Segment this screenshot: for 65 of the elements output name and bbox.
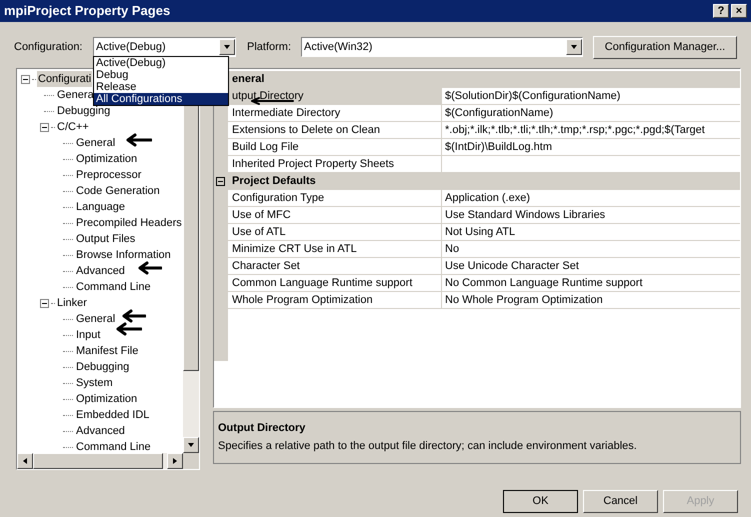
property-name[interactable]: Extensions to Delete on Clean bbox=[228, 122, 442, 139]
property-value[interactable]: Use Unicode Character Set bbox=[442, 258, 740, 275]
dropdown-option[interactable]: Release bbox=[94, 81, 228, 93]
tree-item[interactable]: Debugging bbox=[56, 102, 112, 120]
category-header[interactable]: eneral bbox=[228, 71, 264, 88]
property-value[interactable]: No bbox=[442, 241, 740, 258]
configuration-manager-button[interactable]: Configuration Manager... bbox=[593, 36, 737, 58]
dropdown-option[interactable]: All Configurations bbox=[94, 93, 228, 105]
tree-item[interactable]: Embedded IDL bbox=[75, 406, 150, 424]
property-name[interactable]: Build Log File bbox=[228, 139, 442, 156]
property-value[interactable]: No Common Language Runtime support bbox=[442, 275, 740, 292]
property-value[interactable]: Not Using ATL bbox=[442, 224, 740, 241]
platform-label: Platform: bbox=[247, 40, 292, 55]
property-name[interactable]: utput Directory bbox=[228, 88, 442, 105]
dropdown-option[interactable]: Debug bbox=[94, 69, 228, 81]
tree-item[interactable]: Code Generation bbox=[75, 182, 161, 200]
tree-item[interactable]: Advanced bbox=[75, 262, 126, 280]
tree-item[interactable]: C/C++ bbox=[56, 118, 90, 136]
window-title: mpiProject Property Pages bbox=[4, 2, 170, 20]
tree-item[interactable]: Command Line bbox=[75, 278, 152, 296]
property-value[interactable]: Application (.exe) bbox=[442, 190, 740, 207]
dialog-button[interactable]: Cancel bbox=[583, 490, 658, 513]
property-name[interactable]: Use of ATL bbox=[228, 224, 442, 241]
property-name[interactable]: Whole Program Optimization bbox=[228, 292, 442, 309]
tree-item[interactable]: Configurati bbox=[37, 70, 92, 88]
close-button[interactable]: × bbox=[731, 4, 747, 18]
property-value[interactable]: $(ConfigurationName) bbox=[442, 105, 740, 122]
tree-item[interactable]: Linker bbox=[56, 294, 88, 312]
tree-item[interactable]: General bbox=[75, 310, 116, 328]
property-value[interactable]: $(IntDir)\BuildLog.htm bbox=[442, 139, 740, 156]
tree-item[interactable]: Precompiled Headers bbox=[75, 214, 183, 232]
property-name[interactable]: Character Set bbox=[228, 258, 442, 275]
configuration-dropdown[interactable]: Active(Debug) bbox=[93, 37, 236, 57]
description-text: Specifies a relative path to the output file directory; can include environment variables. bbox=[218, 438, 638, 454]
tree-item[interactable]: Manifest File bbox=[75, 342, 140, 360]
property-name[interactable]: Inherited Project Property Sheets bbox=[228, 156, 442, 173]
configuration-label: Configuration: bbox=[14, 40, 84, 55]
property-value[interactable]: $(SolutionDir)$(ConfigurationName) bbox=[442, 88, 740, 105]
tree-item[interactable]: General bbox=[75, 134, 116, 152]
tree-item[interactable]: Genera bbox=[56, 86, 95, 104]
tree-item[interactable]: Input bbox=[75, 326, 102, 344]
dialog-button[interactable]: OK bbox=[503, 490, 578, 513]
tree-item[interactable]: Preprocessor bbox=[75, 166, 142, 184]
property-name[interactable]: Minimize CRT Use in ATL bbox=[228, 241, 442, 258]
tree-item[interactable]: Optimization bbox=[75, 390, 138, 408]
tree-item[interactable]: Language bbox=[75, 198, 126, 216]
property-name[interactable]: Common Language Runtime support bbox=[228, 275, 442, 292]
tree-item[interactable]: Output Files bbox=[75, 230, 136, 248]
help-button[interactable]: ? bbox=[713, 4, 729, 18]
property-value[interactable]: Use Standard Windows Libraries bbox=[442, 207, 740, 224]
tree-item[interactable]: Debugging bbox=[75, 358, 130, 376]
tree-item[interactable]: System bbox=[75, 374, 114, 392]
tree-item[interactable]: Command Line bbox=[75, 438, 152, 453]
description-title: Output Directory bbox=[218, 421, 306, 436]
platform-dropdown[interactable]: Active(Win32) bbox=[301, 37, 583, 57]
property-name[interactable]: Use of MFC bbox=[228, 207, 442, 224]
dropdown-option[interactable]: Active(Debug) bbox=[94, 57, 228, 69]
property-name[interactable]: Configuration Type bbox=[228, 190, 442, 207]
property-value[interactable]: No Whole Program Optimization bbox=[442, 292, 740, 309]
property-name[interactable]: Intermediate Directory bbox=[228, 105, 442, 122]
tree-item[interactable]: Optimization bbox=[75, 150, 138, 168]
property-value[interactable]: *.obj;*.ilk;*.tlb;*.tli;*.tlh;*.tmp;*.rsp;*.pgc;*.pgd;$(Target bbox=[442, 122, 740, 139]
tree-item[interactable]: Advanced bbox=[75, 422, 126, 440]
tree-item[interactable]: Browse Information bbox=[75, 246, 172, 264]
category-header[interactable]: Project Defaults bbox=[228, 173, 316, 190]
